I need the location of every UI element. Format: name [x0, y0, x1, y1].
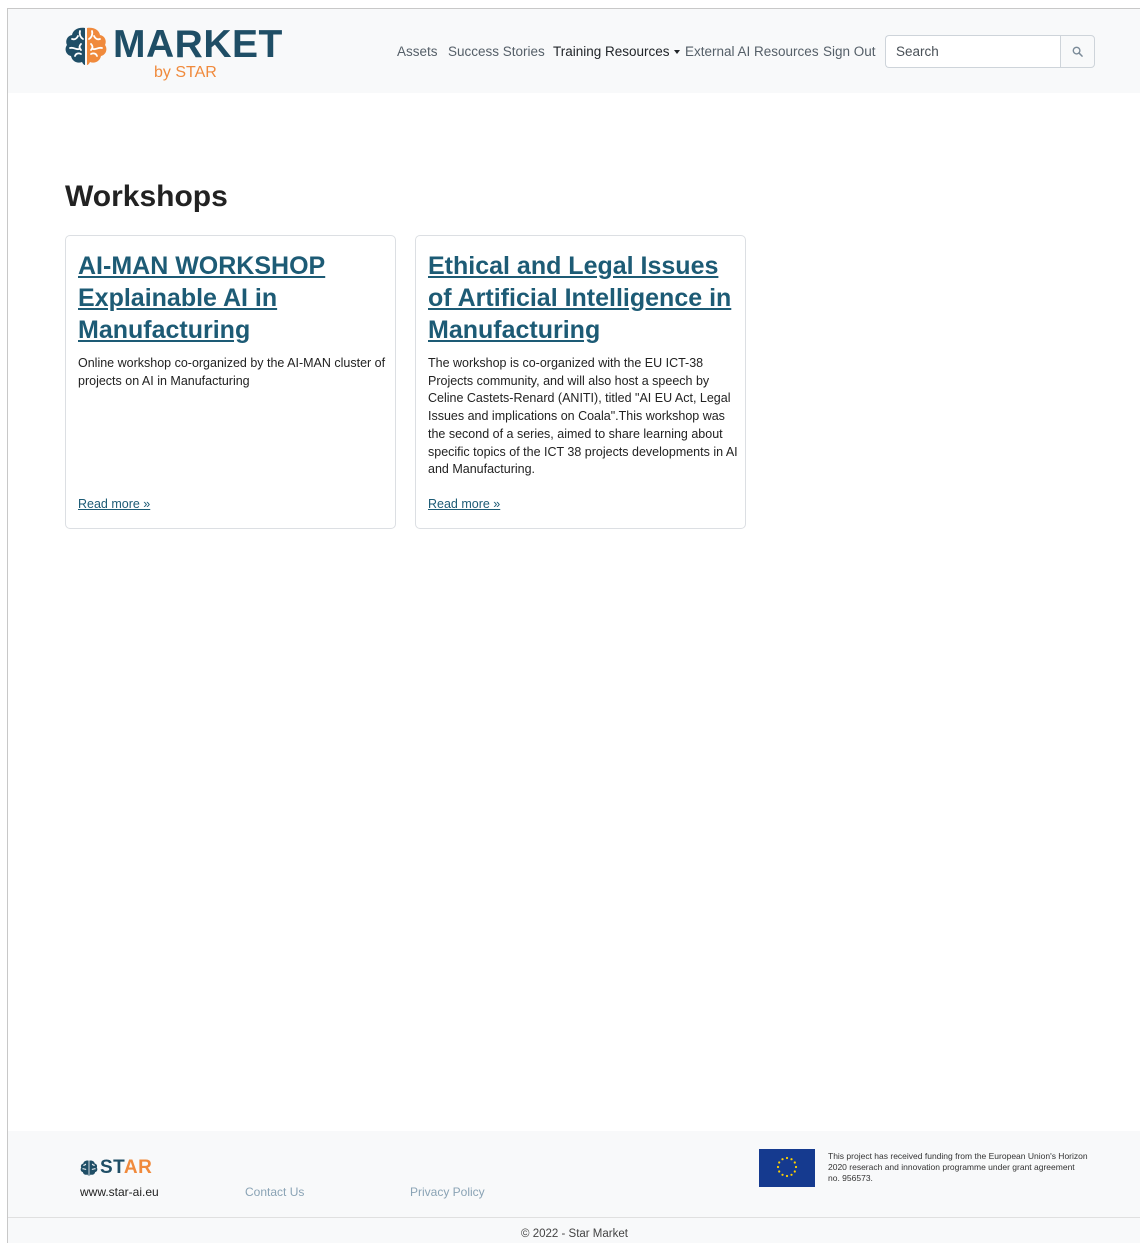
- read-more-link[interactable]: Read more »: [428, 496, 500, 512]
- read-more-link[interactable]: Read more »: [78, 496, 150, 512]
- search-icon: [1072, 46, 1083, 57]
- nav-training-resources-label: Training Resources: [553, 44, 670, 59]
- nav-success-stories[interactable]: Success Stories: [448, 43, 545, 61]
- copyright-bar: © 2022 - Star Market: [8, 1217, 1140, 1243]
- search-button[interactable]: [1060, 35, 1095, 68]
- search-form: [885, 35, 1095, 68]
- brain-icon: [80, 1160, 98, 1176]
- website-link[interactable]: www.star-ai.eu: [80, 1185, 159, 1199]
- nav-assets[interactable]: Assets: [397, 43, 438, 61]
- brain-icon: [65, 27, 107, 65]
- brand-wordmark: MARKET: [113, 23, 283, 66]
- page-title: Workshops: [65, 180, 228, 213]
- eu-flag-icon: [759, 1149, 815, 1187]
- nav-training-resources[interactable]: Training Resources: [553, 43, 680, 61]
- copyright-text: © 2022 - Star Market: [521, 1228, 628, 1240]
- star-wordmark: STAR: [100, 1158, 152, 1178]
- navbar: MARKET by STAR Assets Success Stories Tr…: [8, 9, 1140, 93]
- privacy-policy-link[interactable]: Privacy Policy: [410, 1185, 485, 1199]
- footer: STAR www.star-ai.eu Contact Us Privacy P…: [8, 1131, 1140, 1217]
- brand-subtitle: by STAR: [154, 64, 217, 81]
- contact-us-link[interactable]: Contact Us: [245, 1185, 304, 1199]
- workshop-card: AI-MAN WORKSHOP Explainable AI in Manufa…: [65, 235, 396, 529]
- star-wordmark-ar: AR: [123, 1157, 153, 1178]
- workshop-title-link[interactable]: Ethical and Legal Issues of Artificial I…: [428, 250, 733, 346]
- page: MARKET by STAR Assets Success Stories Tr…: [7, 8, 1140, 1243]
- eu-stars-icon: [776, 1156, 798, 1178]
- search-input[interactable]: [885, 35, 1061, 68]
- workshop-description: The workshop is co-organized with the EU…: [428, 356, 738, 477]
- chevron-down-icon: [673, 50, 680, 54]
- nav-external-ai-resources[interactable]: External AI Resources: [685, 43, 819, 61]
- funding-notice: This project has received funding from t…: [828, 1151, 1088, 1183]
- nav-sign-out[interactable]: Sign Out: [823, 43, 876, 61]
- workshop-description: Online workshop co-organized by the AI-M…: [78, 356, 386, 388]
- brand-logo[interactable]: MARKET by STAR: [64, 21, 282, 83]
- star-wordmark-st: ST: [100, 1157, 124, 1178]
- workshop-title-link[interactable]: AI-MAN WORKSHOP Explainable AI in Manufa…: [78, 250, 383, 346]
- workshop-card: Ethical and Legal Issues of Artificial I…: [415, 235, 746, 529]
